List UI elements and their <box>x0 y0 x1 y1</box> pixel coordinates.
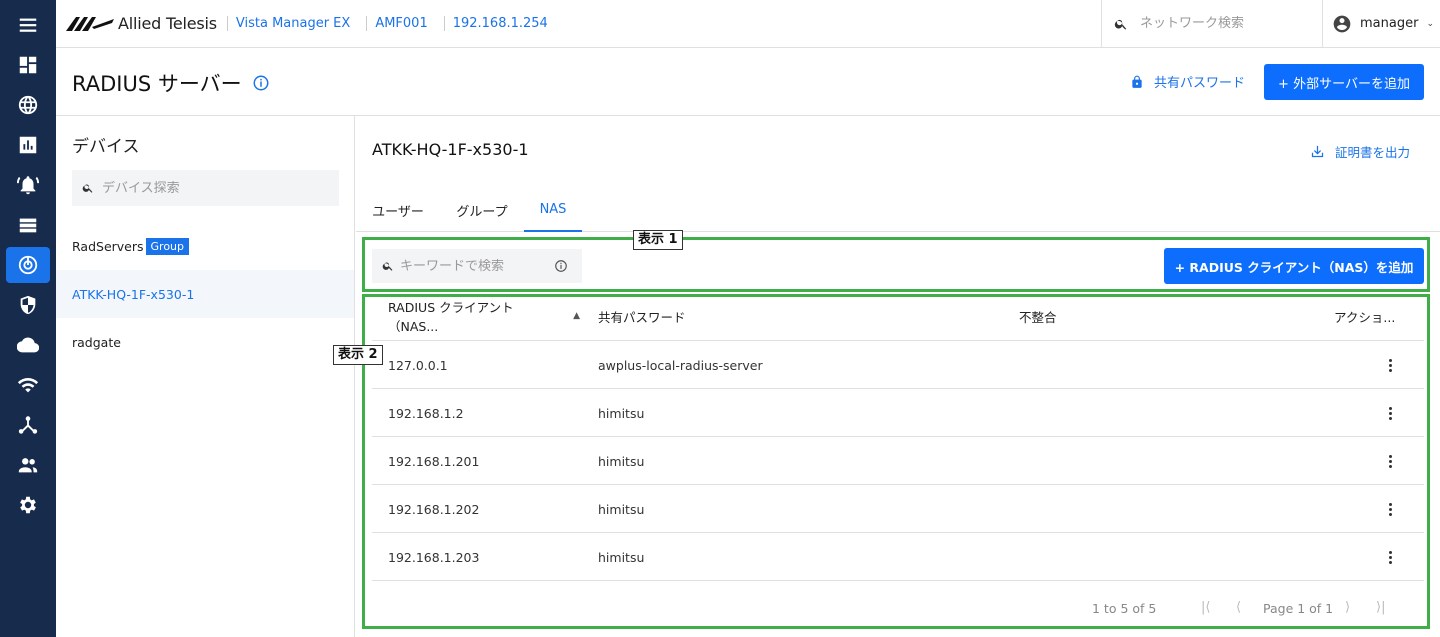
device-item-label: radgate <box>72 334 121 350</box>
tab-groups[interactable]: グループ <box>440 188 524 232</box>
device-item-label: RadServers <box>72 238 144 254</box>
shared-password-link[interactable]: 共有パスワード <box>1130 72 1245 91</box>
brand-logo[interactable]: Allied Telesis <box>66 14 217 33</box>
table-row: 192.168.1.2 himitsu <box>372 388 1424 436</box>
column-header-mismatch[interactable]: 不整合 <box>1019 292 1057 340</box>
more-actions-icon[interactable] <box>1380 355 1400 375</box>
allied-telesis-logo-icon <box>66 16 114 31</box>
add-external-server-button[interactable]: + 外部サーバーを追加 <box>1264 64 1424 100</box>
more-actions-icon[interactable] <box>1380 403 1400 423</box>
breadcrumb-area[interactable]: AMF001 <box>366 16 435 31</box>
more-actions-icon[interactable] <box>1380 547 1400 567</box>
more-actions-icon[interactable] <box>1380 451 1400 471</box>
shield-icon[interactable] <box>6 287 50 323</box>
column-header-actions: アクショ... <box>1334 309 1396 325</box>
device-panel-title: デバイス <box>72 137 140 157</box>
globe-icon[interactable] <box>6 87 50 123</box>
keyword-search <box>372 249 582 283</box>
column-header-client-label: RADIUS クライアント（NAS... <box>388 300 514 334</box>
export-certificate-label: 証明書を出力 <box>1335 145 1411 160</box>
info-icon[interactable] <box>554 259 568 273</box>
shared-password-label: 共有パスワード <box>1154 76 1246 91</box>
column-header-client[interactable]: RADIUS クライアント（NAS... ▲ <box>388 292 580 340</box>
dashboard-icon[interactable] <box>6 47 50 83</box>
network-search <box>1101 0 1323 47</box>
table-row: 192.168.1.203 himitsu <box>372 532 1424 580</box>
search-icon <box>382 262 393 271</box>
cell-client: 192.168.1.201 <box>388 453 480 469</box>
account-icon <box>1333 15 1351 32</box>
table-row: 192.168.1.201 himitsu <box>372 436 1424 484</box>
users-icon[interactable] <box>6 447 50 483</box>
cell-password: himitsu <box>598 501 645 517</box>
cell-client: 192.168.1.202 <box>388 501 480 517</box>
breadcrumb-address[interactable]: 192.168.1.254 <box>443 16 556 31</box>
pagination-range: 1 to 5 of 5 <box>1092 601 1157 616</box>
network-search-input[interactable] <box>1140 16 1320 31</box>
sort-ascending-icon: ▲ <box>573 311 580 321</box>
device-panel: デバイス RadServers Group ATKK-HQ-1F-x530-1 … <box>56 116 355 637</box>
device-search <box>72 170 339 206</box>
user-name: manager <box>1360 16 1419 31</box>
cell-password: himitsu <box>598 549 645 565</box>
page-title: RADIUS サーバー <box>72 68 270 98</box>
page-title-text: RADIUS サーバー <box>72 72 242 96</box>
lock-icon <box>1132 75 1142 88</box>
keyword-search-input[interactable] <box>400 258 550 274</box>
wifi-icon[interactable] <box>6 367 50 403</box>
device-item-label: ATKK-HQ-1F-x530-1 <box>72 286 195 302</box>
gear-icon[interactable] <box>6 487 50 523</box>
menu-icon[interactable] <box>6 7 50 43</box>
device-item-atkk-hq-1f-x530-1[interactable]: ATKK-HQ-1F-x530-1 <box>56 270 354 318</box>
cell-client: 192.168.1.2 <box>388 405 464 421</box>
cell-password: himitsu <box>598 453 645 469</box>
selected-device-name: ATKK-HQ-1F-x530-1 <box>372 140 529 159</box>
annotation-label-1: 表示 1 <box>633 230 683 250</box>
table-bottom-divider <box>372 580 1424 581</box>
download-icon <box>1311 145 1324 158</box>
alarm-icon[interactable] <box>6 167 50 203</box>
device-search-input[interactable] <box>102 180 322 196</box>
chevron-down-icon: ⌄ <box>1426 18 1434 29</box>
tab-users[interactable]: ユーザー <box>356 188 440 232</box>
tab-bar: ユーザー グループ NAS <box>356 188 1440 232</box>
export-certificate-link[interactable]: 証明書を出力 <box>1310 142 1410 161</box>
report-icon[interactable] <box>6 127 50 163</box>
more-actions-icon[interactable] <box>1380 499 1400 519</box>
cell-password: himitsu <box>598 405 645 421</box>
list-icon[interactable] <box>6 207 50 243</box>
breadcrumb-app[interactable]: Vista Manager EX <box>226 16 358 31</box>
info-icon[interactable] <box>252 74 270 92</box>
next-page-icon[interactable]: ⟩ <box>1345 600 1350 615</box>
search-icon <box>1114 19 1127 30</box>
table-row: 127.0.0.1 awplus-local-radius-server <box>372 340 1424 388</box>
group-badge: Group <box>145 237 190 255</box>
cell-client: 192.168.1.203 <box>388 549 480 565</box>
radius-icon[interactable] <box>6 247 50 283</box>
topology-icon[interactable] <box>6 407 50 443</box>
table-row: 192.168.1.202 himitsu <box>372 484 1424 532</box>
search-icon <box>82 184 93 193</box>
first-page-icon[interactable]: |⟨ <box>1201 600 1210 615</box>
cloud-icon[interactable] <box>6 327 50 363</box>
device-item-radgate[interactable]: radgate <box>56 318 354 366</box>
column-header-password[interactable]: 共有パスワード <box>598 292 686 340</box>
tab-nas[interactable]: NAS <box>524 188 582 232</box>
device-item-radservers[interactable]: RadServers Group <box>56 222 354 270</box>
cell-client: 127.0.0.1 <box>388 357 448 373</box>
brand-name: Allied Telesis <box>118 14 217 33</box>
top-bar: Allied Telesis Vista Manager EX AMF001 1… <box>56 0 1440 48</box>
last-page-icon[interactable]: ⟩| <box>1376 600 1385 615</box>
add-radius-client-button[interactable]: + RADIUS クライアント（NAS）を追加 <box>1164 248 1424 284</box>
nav-rail <box>0 0 56 637</box>
cell-password: awplus-local-radius-server <box>598 357 763 373</box>
previous-page-icon[interactable]: ⟨ <box>1236 600 1241 615</box>
pagination-page: Page 1 of 1 <box>1263 601 1334 616</box>
user-menu[interactable]: manager ⌄ <box>1332 0 1434 47</box>
